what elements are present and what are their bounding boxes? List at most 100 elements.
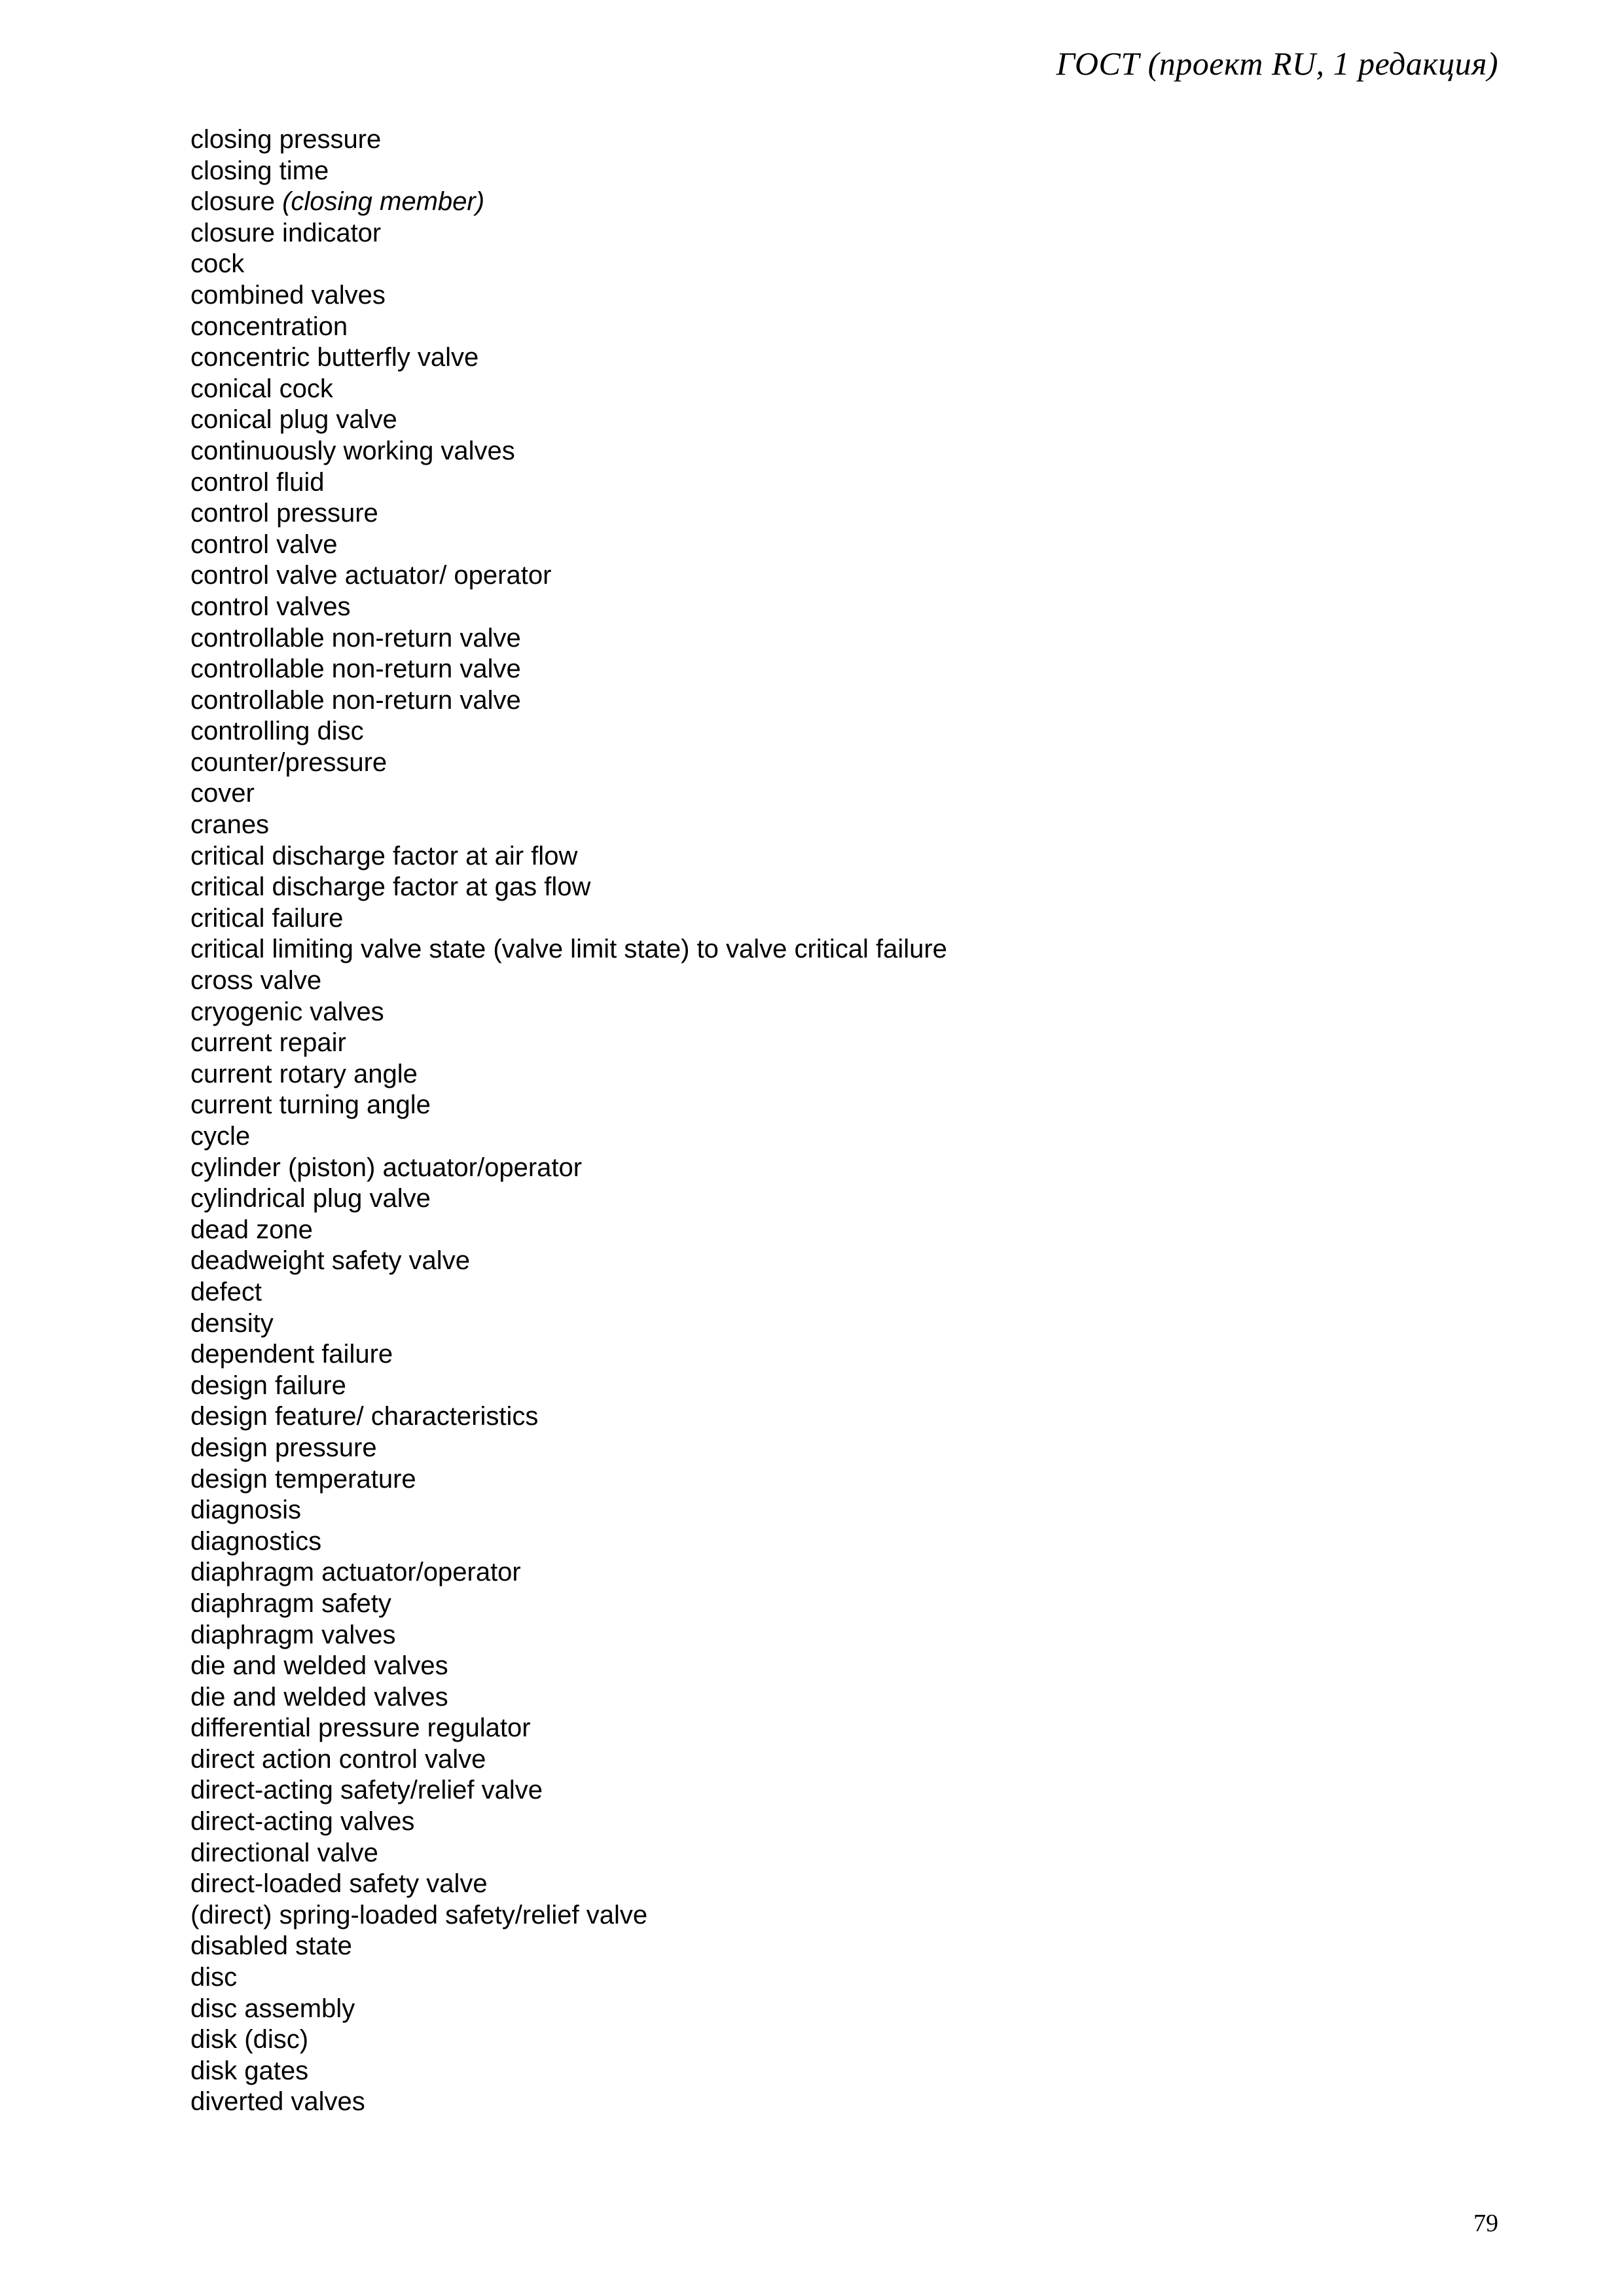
glossary-term: (direct) spring-loaded safety/relief val… <box>190 1900 648 1929</box>
glossary-term: controllable non-return valve <box>190 655 521 684</box>
glossary-term: cylinder (piston) actuator/operator <box>190 1153 583 1182</box>
glossary-entry: direct-loaded safety valve <box>190 1869 1500 1900</box>
glossary-term: design pressure <box>190 1433 377 1462</box>
glossary-term: controllable non-return valve <box>190 623 521 653</box>
glossary-entry: concentration <box>190 312 1500 343</box>
glossary-entry: controllable non-return valve <box>190 623 1500 655</box>
glossary-entry: disk (disc) <box>190 2024 1500 2056</box>
glossary-entry: concentric butterfly valve <box>190 342 1500 374</box>
glossary-term: conical cock <box>190 374 333 403</box>
glossary-term: conical plug valve <box>190 405 397 435</box>
glossary-entry: controllable non-return valve <box>190 685 1500 717</box>
glossary-entry: cylindrical plug valve <box>190 1183 1500 1215</box>
glossary-entry: diaphragm actuator/operator <box>190 1557 1500 1588</box>
glossary-term: controllable non-return valve <box>190 685 521 715</box>
glossary-entry: control valve actuator/ operator <box>190 560 1500 592</box>
glossary-term: cover <box>190 779 255 808</box>
glossary-term: counter/pressure <box>190 747 388 777</box>
glossary-entry: dead zone <box>190 1215 1500 1246</box>
glossary-entry: critical discharge factor at gas flow <box>190 872 1500 903</box>
glossary-term: closing time <box>190 156 329 185</box>
glossary-term: die and welded valves <box>190 1651 448 1681</box>
glossary-term: critical limiting valve state (valve lim… <box>190 935 947 964</box>
glossary-term: disabled state <box>190 1931 352 1961</box>
glossary-term: concentration <box>190 312 348 341</box>
glossary-entry: design feature/ characteristics <box>190 1401 1500 1433</box>
glossary-term: cylindrical plug valve <box>190 1184 431 1213</box>
glossary-term: control fluid <box>190 467 325 497</box>
glossary-entry: critical failure <box>190 903 1500 935</box>
glossary-entry: conical plug valve <box>190 404 1500 436</box>
glossary-entry: cylinder (piston) actuator/operator <box>190 1153 1500 1184</box>
glossary-term-gloss: (closing member) <box>282 187 485 217</box>
glossary-entry: cross valve <box>190 965 1500 997</box>
glossary-term: diaphragm valves <box>190 1620 396 1649</box>
document-page: ГОСТ (проект RU, 1 редакция) closing pre… <box>0 0 1624 2296</box>
glossary-entry: cock <box>190 249 1500 280</box>
glossary-entry: disk gates <box>190 2056 1500 2087</box>
glossary-entry: disabled state <box>190 1931 1500 1962</box>
glossary-term: current rotary angle <box>190 1059 418 1088</box>
glossary-entry: closure indicator <box>190 218 1500 249</box>
glossary-term: cycle <box>190 1122 251 1151</box>
glossary-entry: directional valve <box>190 1838 1500 1869</box>
glossary-term: closing pressure <box>190 125 382 154</box>
glossary-term: disk gates <box>190 2056 309 2085</box>
glossary-entry: defect <box>190 1277 1500 1308</box>
glossary-term: critical failure <box>190 903 344 933</box>
glossary-entry: control valve <box>190 529 1500 561</box>
glossary-entry: control valves <box>190 592 1500 623</box>
glossary-entry: deadweight safety valve <box>190 1246 1500 1277</box>
glossary-entry: cover <box>190 778 1500 810</box>
glossary-entry: critical discharge factor at air flow <box>190 841 1500 872</box>
glossary-term: cross valve <box>190 966 322 996</box>
glossary-term: differential pressure regulator <box>190 1713 531 1743</box>
glossary-entry: differential pressure regulator <box>190 1713 1500 1744</box>
glossary-entry: direct-acting safety/relief valve <box>190 1775 1500 1806</box>
glossary-entry: critical limiting valve state (valve lim… <box>190 934 1500 965</box>
glossary-term: control valves <box>190 592 351 621</box>
glossary-entry: diaphragm safety <box>190 1588 1500 1620</box>
page-number: 79 <box>1473 2210 1498 2237</box>
glossary-term: current turning angle <box>190 1090 431 1120</box>
glossary-term: control pressure <box>190 499 378 528</box>
glossary-term: diverted valves <box>190 2087 365 2117</box>
glossary-entry: continuously working valves <box>190 436 1500 467</box>
glossary-entry: current turning angle <box>190 1090 1500 1121</box>
glossary-term: disc assembly <box>190 1994 355 2023</box>
glossary-term: continuously working valves <box>190 436 515 465</box>
glossary-term: direct-loaded safety valve <box>190 1869 488 1899</box>
glossary-term: direct-acting safety/relief valve <box>190 1776 543 1805</box>
glossary-term: direct-acting valves <box>190 1807 415 1837</box>
glossary-entry: cryogenic valves <box>190 997 1500 1028</box>
glossary-term: defect <box>190 1277 262 1306</box>
glossary-entry: die and welded valves <box>190 1651 1500 1682</box>
glossary-term: directional valve <box>190 1838 378 1867</box>
glossary-term: direct action control valve <box>190 1744 486 1774</box>
glossary-term: diaphragm actuator/operator <box>190 1558 521 1587</box>
glossary-entry: controllable non-return valve <box>190 654 1500 685</box>
glossary-entry: direct action control valve <box>190 1744 1500 1776</box>
glossary-entry: disc <box>190 1962 1500 1994</box>
glossary-entry: direct-acting valves <box>190 1806 1500 1838</box>
glossary-term: cock <box>190 249 245 279</box>
glossary-term-list: closing pressure closing time closure (clo… <box>190 124 1500 2118</box>
glossary-term: closure <box>190 187 283 217</box>
glossary-entry: combined valves <box>190 280 1500 312</box>
glossary-term: cranes <box>190 810 270 840</box>
glossary-term: controlling disc <box>190 717 364 746</box>
glossary-entry: disc assembly <box>190 1994 1500 2025</box>
glossary-entry: (direct) spring-loaded safety/relief val… <box>190 1900 1500 1931</box>
glossary-term: disc <box>190 1963 238 1992</box>
glossary-term: design failure <box>190 1371 346 1400</box>
glossary-entry: die and welded valves <box>190 1682 1500 1713</box>
glossary-term: critical discharge factor at air flow <box>190 841 578 870</box>
glossary-term: design feature/ characteristics <box>190 1402 539 1431</box>
glossary-term: dependent failure <box>190 1340 393 1369</box>
glossary-term: diagnostics <box>190 1526 322 1556</box>
glossary-term: deadweight safety valve <box>190 1246 470 1276</box>
glossary-entry: current rotary angle <box>190 1059 1500 1090</box>
glossary-term: dead zone <box>190 1215 313 1244</box>
glossary-entry: closure (closing member) <box>190 187 1500 218</box>
glossary-entry: current repair <box>190 1028 1500 1059</box>
